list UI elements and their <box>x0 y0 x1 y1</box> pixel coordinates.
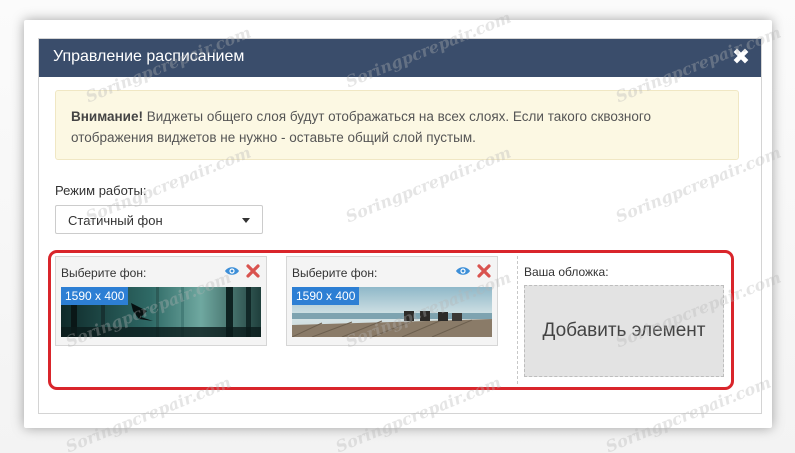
background-label: Выберите фон: <box>292 266 378 280</box>
add-element-button[interactable]: Добавить элемент <box>524 285 724 377</box>
background-area: Выберите фон: 1590 x 400 Выберите фон: 1… <box>55 253 739 384</box>
warning-alert: Внимание! Виджеты общего слоя будут отоб… <box>55 90 739 160</box>
schedule-modal: Управление расписанием ✖ Внимание! Видже… <box>38 38 762 414</box>
background-card: Выберите фон: 1590 x 400 <box>55 256 267 346</box>
mode-label: Режим работы: <box>55 183 147 198</box>
background-thumbnail[interactable]: 1590 x 400 <box>292 287 492 337</box>
eye-icon[interactable] <box>455 264 471 278</box>
size-badge: 1590 x 400 <box>61 287 129 305</box>
alert-text: Виджеты общего слоя будут отображаться н… <box>71 109 652 145</box>
delete-icon[interactable] <box>477 264 491 278</box>
cover-label: Ваша обложка: <box>524 265 609 279</box>
close-icon[interactable]: ✖ <box>731 46 751 68</box>
modal-title: Управление расписанием <box>53 48 245 65</box>
modal-header: Управление расписанием ✖ <box>39 39 761 77</box>
background-thumbnail[interactable]: 1590 x 400 <box>61 287 261 337</box>
delete-icon[interactable] <box>246 264 260 278</box>
mode-select[interactable]: Статичный фон <box>55 205 263 234</box>
cover-card: Ваша обложка: Добавить элемент <box>517 256 729 384</box>
alert-strong: Внимание! <box>71 109 143 124</box>
size-badge: 1590 x 400 <box>292 287 360 305</box>
background-label: Выберите фон: <box>61 266 147 280</box>
eye-icon[interactable] <box>224 264 240 278</box>
mode-select-value: Статичный фон <box>68 213 163 228</box>
background-card: Выберите фон: 1590 x 400 <box>286 256 498 346</box>
chevron-down-icon <box>242 218 250 223</box>
